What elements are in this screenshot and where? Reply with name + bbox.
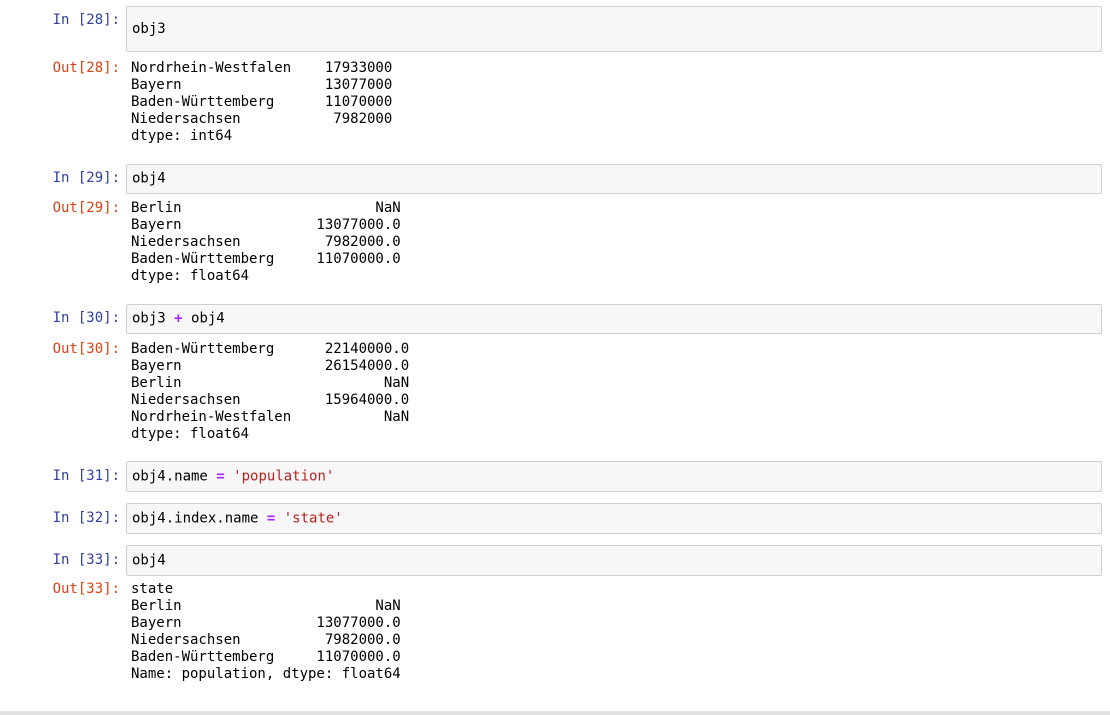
output-prompt: Out[30]: xyxy=(52,341,120,357)
input-prompt: In [28]: xyxy=(52,12,120,28)
output-text: Nordrhein-Westfalen 17933000 Bayern 1307… xyxy=(131,60,393,144)
output-text: state Berlin NaN Bayern 13077000.0 Niede… xyxy=(131,581,401,682)
code-identifier: obj3 xyxy=(132,310,175,327)
code-input-cell[interactable]: obj4.index.name = 'state' xyxy=(126,503,1102,534)
code-string: 'state' xyxy=(283,510,343,526)
code-input-cell[interactable]: obj4.name = 'population' xyxy=(126,461,1102,492)
code-input-cell[interactable]: obj3 + obj4 xyxy=(126,304,1102,334)
code-text: obj3 xyxy=(132,21,166,37)
output-text: Berlin NaN Bayern 13077000.0 Niedersachs… xyxy=(131,200,401,284)
code-identifier: obj4.name xyxy=(132,468,217,484)
code-text: obj4 xyxy=(132,170,166,187)
code-string: 'population' xyxy=(233,468,335,484)
code-identifier: obj4.index.name xyxy=(132,510,267,526)
code-input-cell[interactable]: obj4 xyxy=(126,164,1102,194)
code-operator: = xyxy=(216,468,225,484)
output-prompt: Out[33]: xyxy=(52,581,120,597)
code-text: obj4.name = 'population' xyxy=(132,468,334,485)
code-input-cell[interactable]: obj3 xyxy=(126,6,1102,52)
code-operator: + xyxy=(174,310,183,327)
code-text: obj4.index.name = 'state' xyxy=(132,510,343,527)
bottom-divider xyxy=(0,711,1110,715)
code-input-cell[interactable]: obj4 xyxy=(126,545,1102,576)
input-prompt: In [32]: xyxy=(52,510,120,526)
input-prompt: In [31]: xyxy=(52,468,120,484)
input-prompt: In [29]: xyxy=(52,170,120,186)
output-text: Baden-Württemberg 22140000.0 Bayern 2615… xyxy=(131,341,410,442)
code-text: obj3 + obj4 xyxy=(132,311,225,328)
code-text: obj4 xyxy=(132,552,166,568)
output-prompt: Out[29]: xyxy=(52,200,120,216)
input-prompt: In [33]: xyxy=(52,552,120,568)
output-prompt: Out[28]: xyxy=(52,60,120,76)
code-identifier: obj4 xyxy=(182,310,225,327)
input-prompt: In [30]: xyxy=(52,310,120,326)
